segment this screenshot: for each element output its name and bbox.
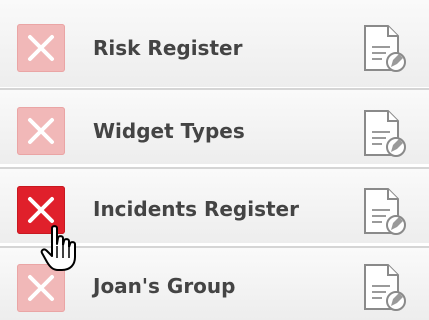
register-list: Risk Register Widget Types Incidents Reg… bbox=[0, 0, 429, 320]
edit-document-icon[interactable] bbox=[362, 263, 408, 313]
item-label: Incidents Register bbox=[93, 197, 299, 221]
item-label: Joan's Group bbox=[93, 274, 236, 298]
list-item[interactable]: Joan's Group bbox=[0, 246, 429, 320]
delete-button[interactable] bbox=[17, 107, 65, 155]
item-label: Risk Register bbox=[93, 36, 243, 60]
delete-button[interactable] bbox=[17, 24, 65, 72]
close-icon bbox=[28, 197, 54, 223]
edit-document-icon[interactable] bbox=[362, 109, 408, 159]
close-icon bbox=[28, 118, 54, 144]
list-item[interactable]: Widget Types bbox=[0, 88, 429, 164]
close-icon bbox=[28, 275, 54, 301]
close-icon bbox=[28, 35, 54, 61]
delete-button[interactable] bbox=[17, 186, 65, 234]
edit-document-icon[interactable] bbox=[362, 24, 408, 74]
item-label: Widget Types bbox=[93, 119, 245, 143]
delete-button[interactable] bbox=[17, 264, 65, 312]
edit-document-icon[interactable] bbox=[362, 187, 408, 237]
list-item[interactable]: Incidents Register bbox=[0, 167, 429, 243]
list-item[interactable]: Risk Register bbox=[0, 0, 429, 87]
